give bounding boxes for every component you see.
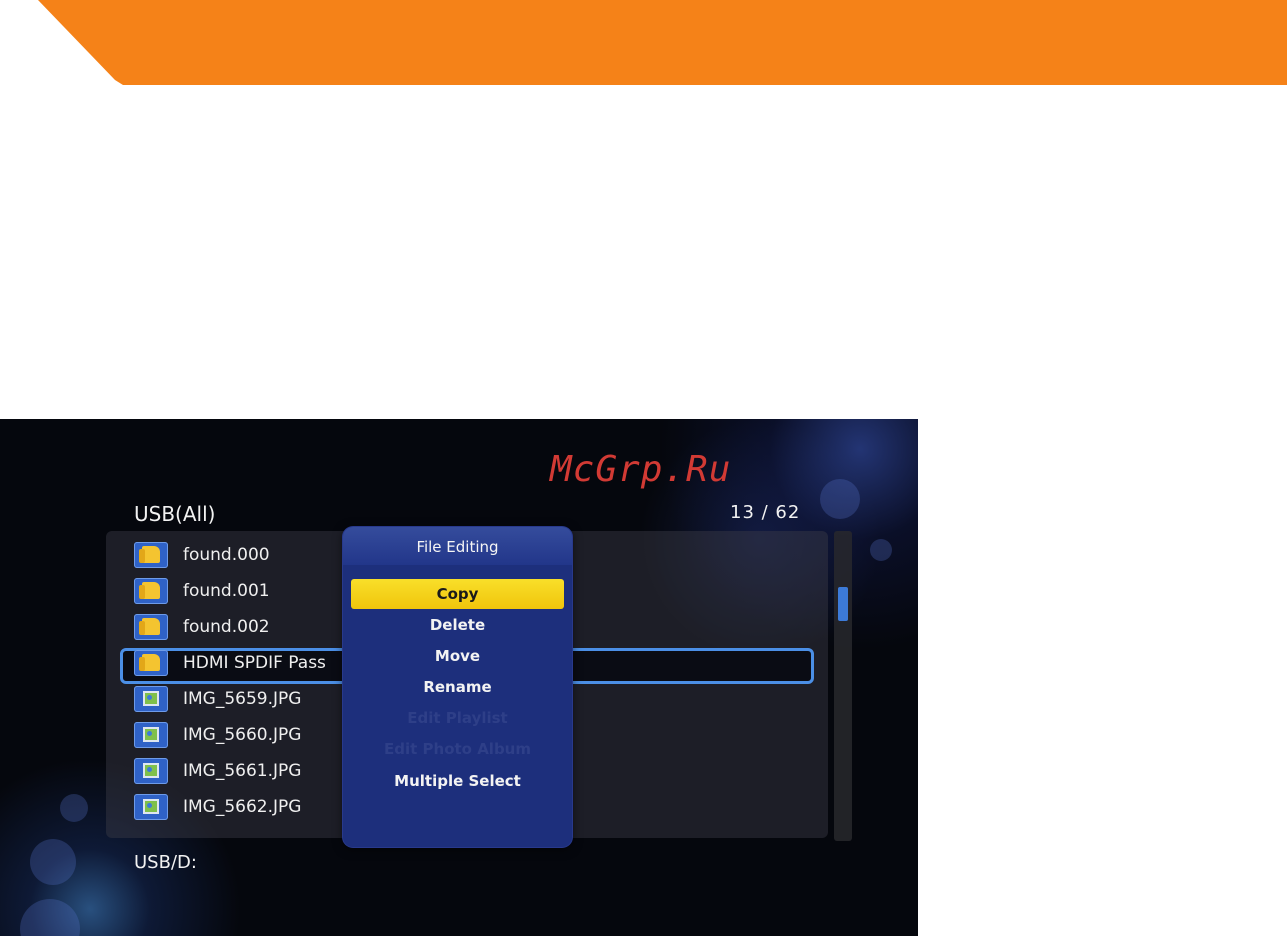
folder-icon (134, 542, 168, 568)
file-name: found.002 (183, 617, 270, 637)
bokeh-light (60, 794, 88, 822)
scrollbar-thumb[interactable] (838, 587, 848, 621)
popup-title: File Editing (416, 538, 499, 556)
photo-icon (134, 794, 168, 820)
file-name: found.000 (183, 545, 270, 565)
current-path: USB/D: (134, 852, 197, 873)
watermark-text: McGrp.Ru (550, 449, 732, 490)
file-name: HDMI SPDIF Pass (183, 653, 326, 673)
menu-item-move[interactable]: Move (351, 641, 564, 671)
folder-icon (134, 578, 168, 604)
bokeh-light (30, 839, 76, 885)
source-title: USB(All) (134, 502, 216, 526)
menu-item-copy[interactable]: Copy (351, 579, 564, 609)
photo-icon (134, 686, 168, 712)
menu-item-edit-photo-album: Edit Photo Album (384, 740, 531, 758)
file-name: found.001 (183, 581, 270, 601)
folder-icon (134, 614, 168, 640)
file-name: IMG_5662.JPG (183, 797, 302, 817)
photo-icon (134, 722, 168, 748)
file-name: IMG_5660.JPG (183, 725, 302, 745)
list-scrollbar[interactable] (834, 531, 852, 841)
folder-icon (134, 650, 168, 676)
photo-icon (134, 758, 168, 784)
bokeh-light (870, 539, 892, 561)
menu-item-rename[interactable]: Rename (351, 672, 564, 702)
file-editing-popup: File Editing Copy Delete Move Rename Edi… (343, 527, 572, 847)
file-name: IMG_5659.JPG (183, 689, 302, 709)
popup-header: File Editing (343, 527, 572, 565)
bokeh-light (20, 899, 80, 936)
orange-header-banner (38, 0, 1287, 85)
bokeh-light (820, 479, 860, 519)
file-name: IMG_5661.JPG (183, 761, 302, 781)
menu-item-edit-playlist: Edit Playlist (407, 709, 508, 727)
menu-item-multiple-select[interactable]: Multiple Select (351, 766, 564, 796)
item-counter: 13 / 62 (730, 502, 801, 523)
media-player-screen: McGrp.Ru USB(All) 13 / 62 found.000 foun… (0, 419, 918, 936)
menu-item-delete[interactable]: Delete (351, 610, 564, 640)
